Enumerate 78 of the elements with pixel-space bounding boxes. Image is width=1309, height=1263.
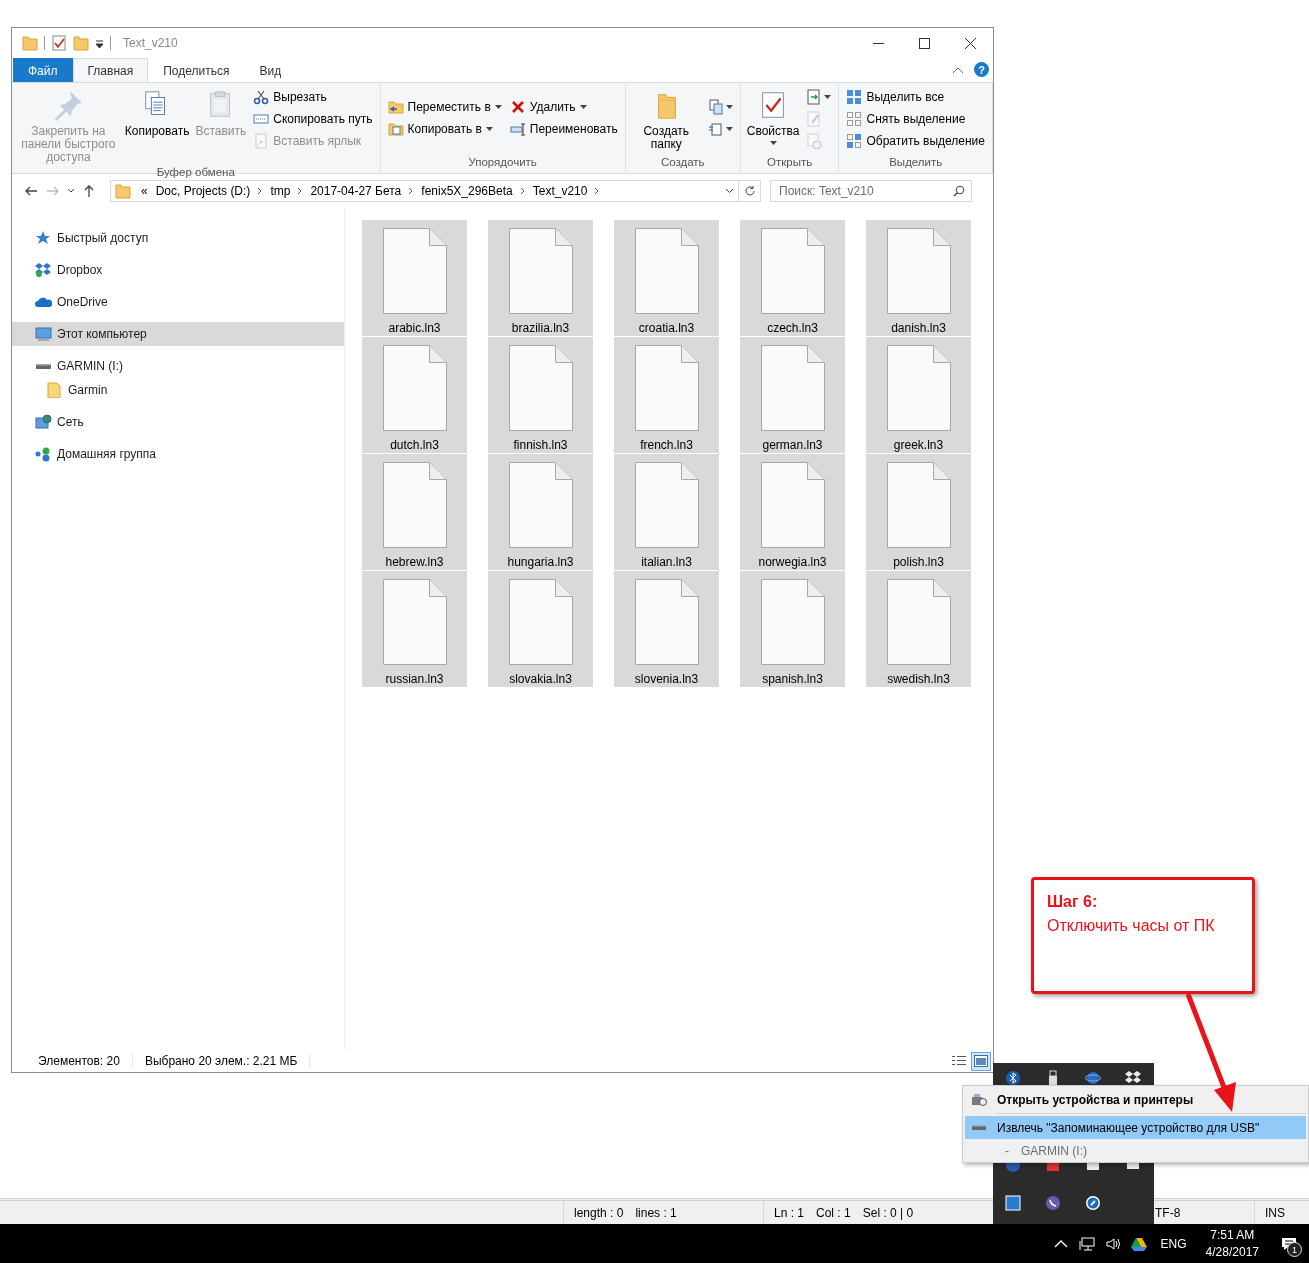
notifications-button[interactable]: 1 [1269, 1224, 1309, 1263]
status-text: Ln : 1 [774, 1205, 805, 1220]
menu-subitem: GARMIN (I:) [1021, 1144, 1087, 1158]
nav-item[interactable]: Быстрый доступ [12, 226, 344, 250]
file-item[interactable]: russian.ln3 [362, 571, 467, 687]
file-item[interactable]: italian.ln3 [614, 454, 719, 570]
nav-item[interactable]: Garmin [12, 378, 344, 402]
ribbon-button[interactable]: Свойства [744, 86, 802, 147]
ribbon-button[interactable]: Создать папку [629, 86, 703, 153]
group-label: Буфер обмена [155, 166, 236, 178]
file-item[interactable]: finnish.ln3 [488, 337, 593, 453]
file-item[interactable]: dutch.ln3 [362, 337, 467, 453]
file-item[interactable]: polish.ln3 [866, 454, 971, 570]
status-text: Элементов: 20 [26, 1054, 133, 1068]
status-text: Sel : 0 | 0 [862, 1205, 914, 1220]
file-item[interactable]: german.ln3 [740, 337, 845, 453]
ribbon-button[interactable]: Вырезать [250, 86, 376, 108]
ribbon-tab[interactable]: Главная [72, 58, 149, 82]
status-text: Выбрано 20 элем.: 2.21 МБ [132, 1054, 311, 1068]
ribbon-button[interactable]: Копировать [122, 86, 192, 140]
file-item[interactable]: swedish.ln3 [866, 571, 971, 687]
nav-item[interactable]: OneDrive [12, 290, 344, 314]
group-label: Выделить [888, 156, 944, 170]
group-label: Упорядочить [467, 156, 538, 170]
menu-bullet: - [1005, 1144, 1009, 1158]
file-item[interactable]: slovenia.ln3 [614, 571, 719, 687]
file-item[interactable]: brazilia.ln3 [488, 220, 593, 336]
status-text: TF-8 [1155, 1205, 1181, 1220]
file-item[interactable]: czech.ln3 [740, 220, 845, 336]
help-button[interactable]: ? [974, 62, 989, 77]
status-text: lines : 1 [635, 1205, 677, 1220]
path-segment[interactable]: tmp [266, 181, 295, 201]
ribbon-button[interactable]: Обратить выделение [843, 130, 988, 152]
search-field[interactable]: Поиск: Text_v210 [770, 180, 972, 202]
path-segment[interactable]: Doc, Projects (D:) [151, 181, 255, 201]
file-item[interactable]: danish.ln3 [866, 220, 971, 336]
address-bar[interactable]: « Doc, Projects (D:) tmp 2017-04-27 Бета fenix5X_296Beta Text_v210 [110, 180, 761, 202]
ribbon-button[interactable]: Переименовать [506, 118, 621, 140]
menu-item[interactable]: Открыть устройства и принтеры [965, 1088, 1306, 1111]
nav-item[interactable]: Домашняя группа [12, 442, 344, 466]
clock[interactable]: 7:51 AM 4/28/2017 [1195, 1224, 1269, 1263]
nav-item[interactable]: Dropbox [12, 258, 344, 282]
file-item[interactable]: french.ln3 [614, 337, 719, 453]
ribbon-button[interactable]: Снять выделение [843, 108, 988, 130]
status-text: Col : 1 [816, 1205, 851, 1220]
ribbon-tab[interactable]: Вид [244, 58, 297, 82]
ribbon-button[interactable]: Переместить в [384, 96, 505, 118]
file-item[interactable]: croatia.ln3 [614, 220, 719, 336]
file-item[interactable]: hungaria.ln3 [488, 454, 593, 570]
group-label: Открыть [766, 156, 814, 170]
menu-item[interactable]: Извлечь "Запоминающее устройство для USB" [965, 1116, 1306, 1139]
file-item[interactable]: hebrew.ln3 [362, 454, 467, 570]
file-item[interactable]: slovakia.ln3 [488, 571, 593, 687]
language-button[interactable]: ENG [1151, 1224, 1196, 1263]
file-item[interactable]: spanish.ln3 [740, 571, 845, 687]
ribbon-tab[interactable]: Поделиться [148, 58, 245, 82]
group-label: Создать [659, 156, 706, 170]
ribbon-button[interactable]: Скопировать путь [250, 108, 376, 130]
path-segment[interactable]: Text_v210 [528, 181, 592, 201]
ribbon-button[interactable]: Копировать в [384, 118, 505, 140]
file-item[interactable]: arabic.ln3 [362, 220, 467, 336]
path-segment[interactable]: 2017-04-27 Бета [306, 181, 406, 201]
ribbon-tab[interactable]: Файл [13, 58, 73, 82]
nav-item[interactable]: Этот компьютер [12, 322, 344, 346]
window-title: Text_v210 [123, 36, 178, 50]
callout-title: Шаг 6: [1047, 892, 1099, 912]
nav-item[interactable]: GARMIN (I:) [12, 354, 344, 378]
callout-text: Отключить часы от ПК [1047, 916, 1216, 936]
notification-count: 1 [1287, 1242, 1302, 1257]
status-text: INS [1265, 1205, 1285, 1220]
ribbon-button[interactable]: Выделить все [843, 86, 988, 108]
path-segment[interactable]: fenix5X_296Beta [417, 181, 517, 201]
file-item[interactable]: norwegia.ln3 [740, 454, 845, 570]
nav-item[interactable]: Сеть [12, 410, 344, 434]
file-item[interactable]: greek.ln3 [866, 337, 971, 453]
path-overflow[interactable]: « [137, 181, 152, 201]
status-text: length : 0 [574, 1205, 624, 1220]
ribbon-button[interactable]: Удалить [506, 96, 621, 118]
